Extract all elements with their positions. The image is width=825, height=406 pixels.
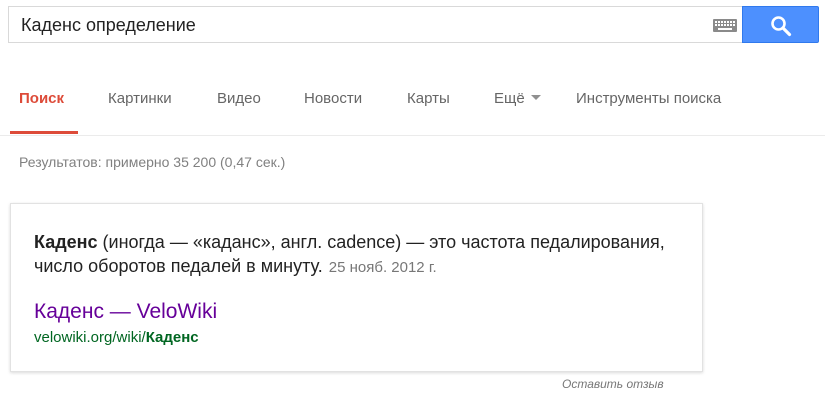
- tab-more-label: Ещё: [494, 90, 525, 107]
- answer-text: Каденс (иногда — «каданс», англ. cadence…: [34, 230, 674, 280]
- search-input[interactable]: [21, 14, 701, 36]
- search-icon: [771, 16, 792, 37]
- result-stats: Результатов: примерно 35 200 (0,47 сек.): [19, 154, 286, 170]
- result-url-bold: Каденс: [145, 329, 199, 346]
- tab-news[interactable]: Новости: [304, 90, 362, 107]
- chevron-down-icon: [530, 95, 541, 100]
- keyboard-icon[interactable]: [713, 19, 737, 32]
- tab-search[interactable]: Поиск: [19, 90, 64, 107]
- result-url: velowiki.org/wiki/Каденс: [34, 329, 199, 346]
- search-tabs: Поиск Картинки Видео Новости Карты Ещё И…: [0, 80, 825, 135]
- answer-term: Каденс: [34, 232, 98, 252]
- tab-maps[interactable]: Карты: [407, 90, 450, 107]
- feedback-link[interactable]: Оставить отзыв: [562, 377, 664, 391]
- tab-more[interactable]: Ещё: [494, 90, 541, 107]
- answer-date: 25 нояб. 2012 г.: [328, 259, 437, 276]
- result-title-link[interactable]: Каденс — VeloWiki: [34, 300, 217, 324]
- search-box[interactable]: [8, 6, 742, 43]
- answer-card: Каденс (иногда — «каданс», англ. cadence…: [10, 203, 703, 372]
- result-url-prefix: velowiki.org/wiki/: [34, 329, 146, 346]
- search-button[interactable]: [742, 6, 819, 43]
- active-tab-indicator: [10, 131, 78, 134]
- tab-video[interactable]: Видео: [217, 90, 261, 107]
- divider: [0, 135, 825, 136]
- tab-search-tools[interactable]: Инструменты поиска: [576, 90, 721, 107]
- tab-images[interactable]: Картинки: [108, 90, 172, 107]
